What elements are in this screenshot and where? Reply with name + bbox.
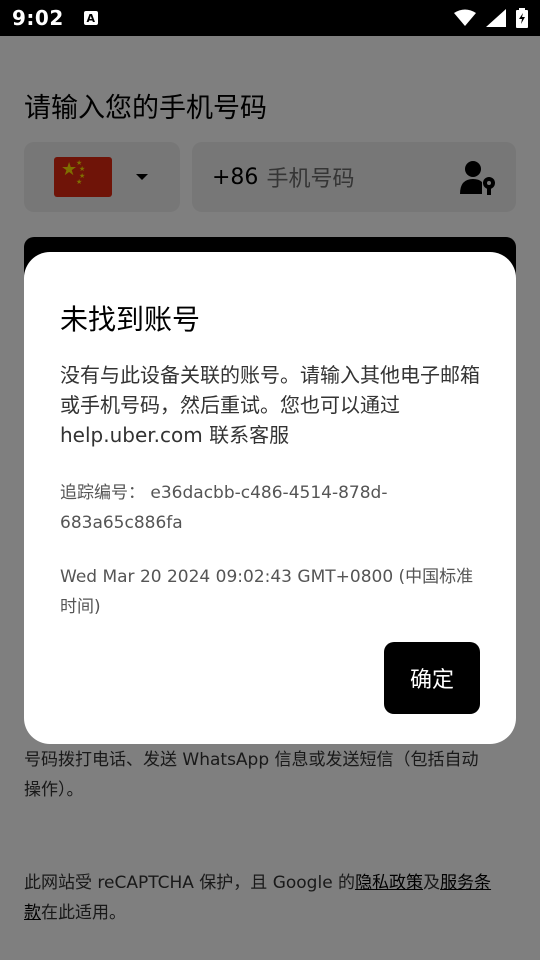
error-timestamp: Wed Mar 20 2024 09:02:43 GMT+0800 (中国标准时… xyxy=(60,567,474,617)
battery-icon xyxy=(516,8,528,28)
signal-icon xyxy=(486,9,506,27)
wifi-icon xyxy=(454,9,476,26)
dialog-title: 未找到账号 xyxy=(60,303,201,336)
dialog-message: 没有与此设备关联的账号。请输入其他电子邮箱或手机号码，然后重试。您也可以通过 h… xyxy=(60,363,480,447)
status-icons xyxy=(454,8,528,28)
status-bar: 9:02 A xyxy=(0,0,540,36)
status-time: 9:02 xyxy=(12,6,64,30)
confirm-button[interactable]: 确定 xyxy=(384,642,480,714)
tracking-id: 追踪编号： e36dacbb-c486-4514-878d-683a65c886… xyxy=(60,483,388,533)
app-notification-icon: A xyxy=(83,11,98,25)
account-not-found-dialog: 未找到账号 没有与此设备关联的账号。请输入其他电子邮箱或手机号码，然后重试。您也… xyxy=(24,252,516,744)
